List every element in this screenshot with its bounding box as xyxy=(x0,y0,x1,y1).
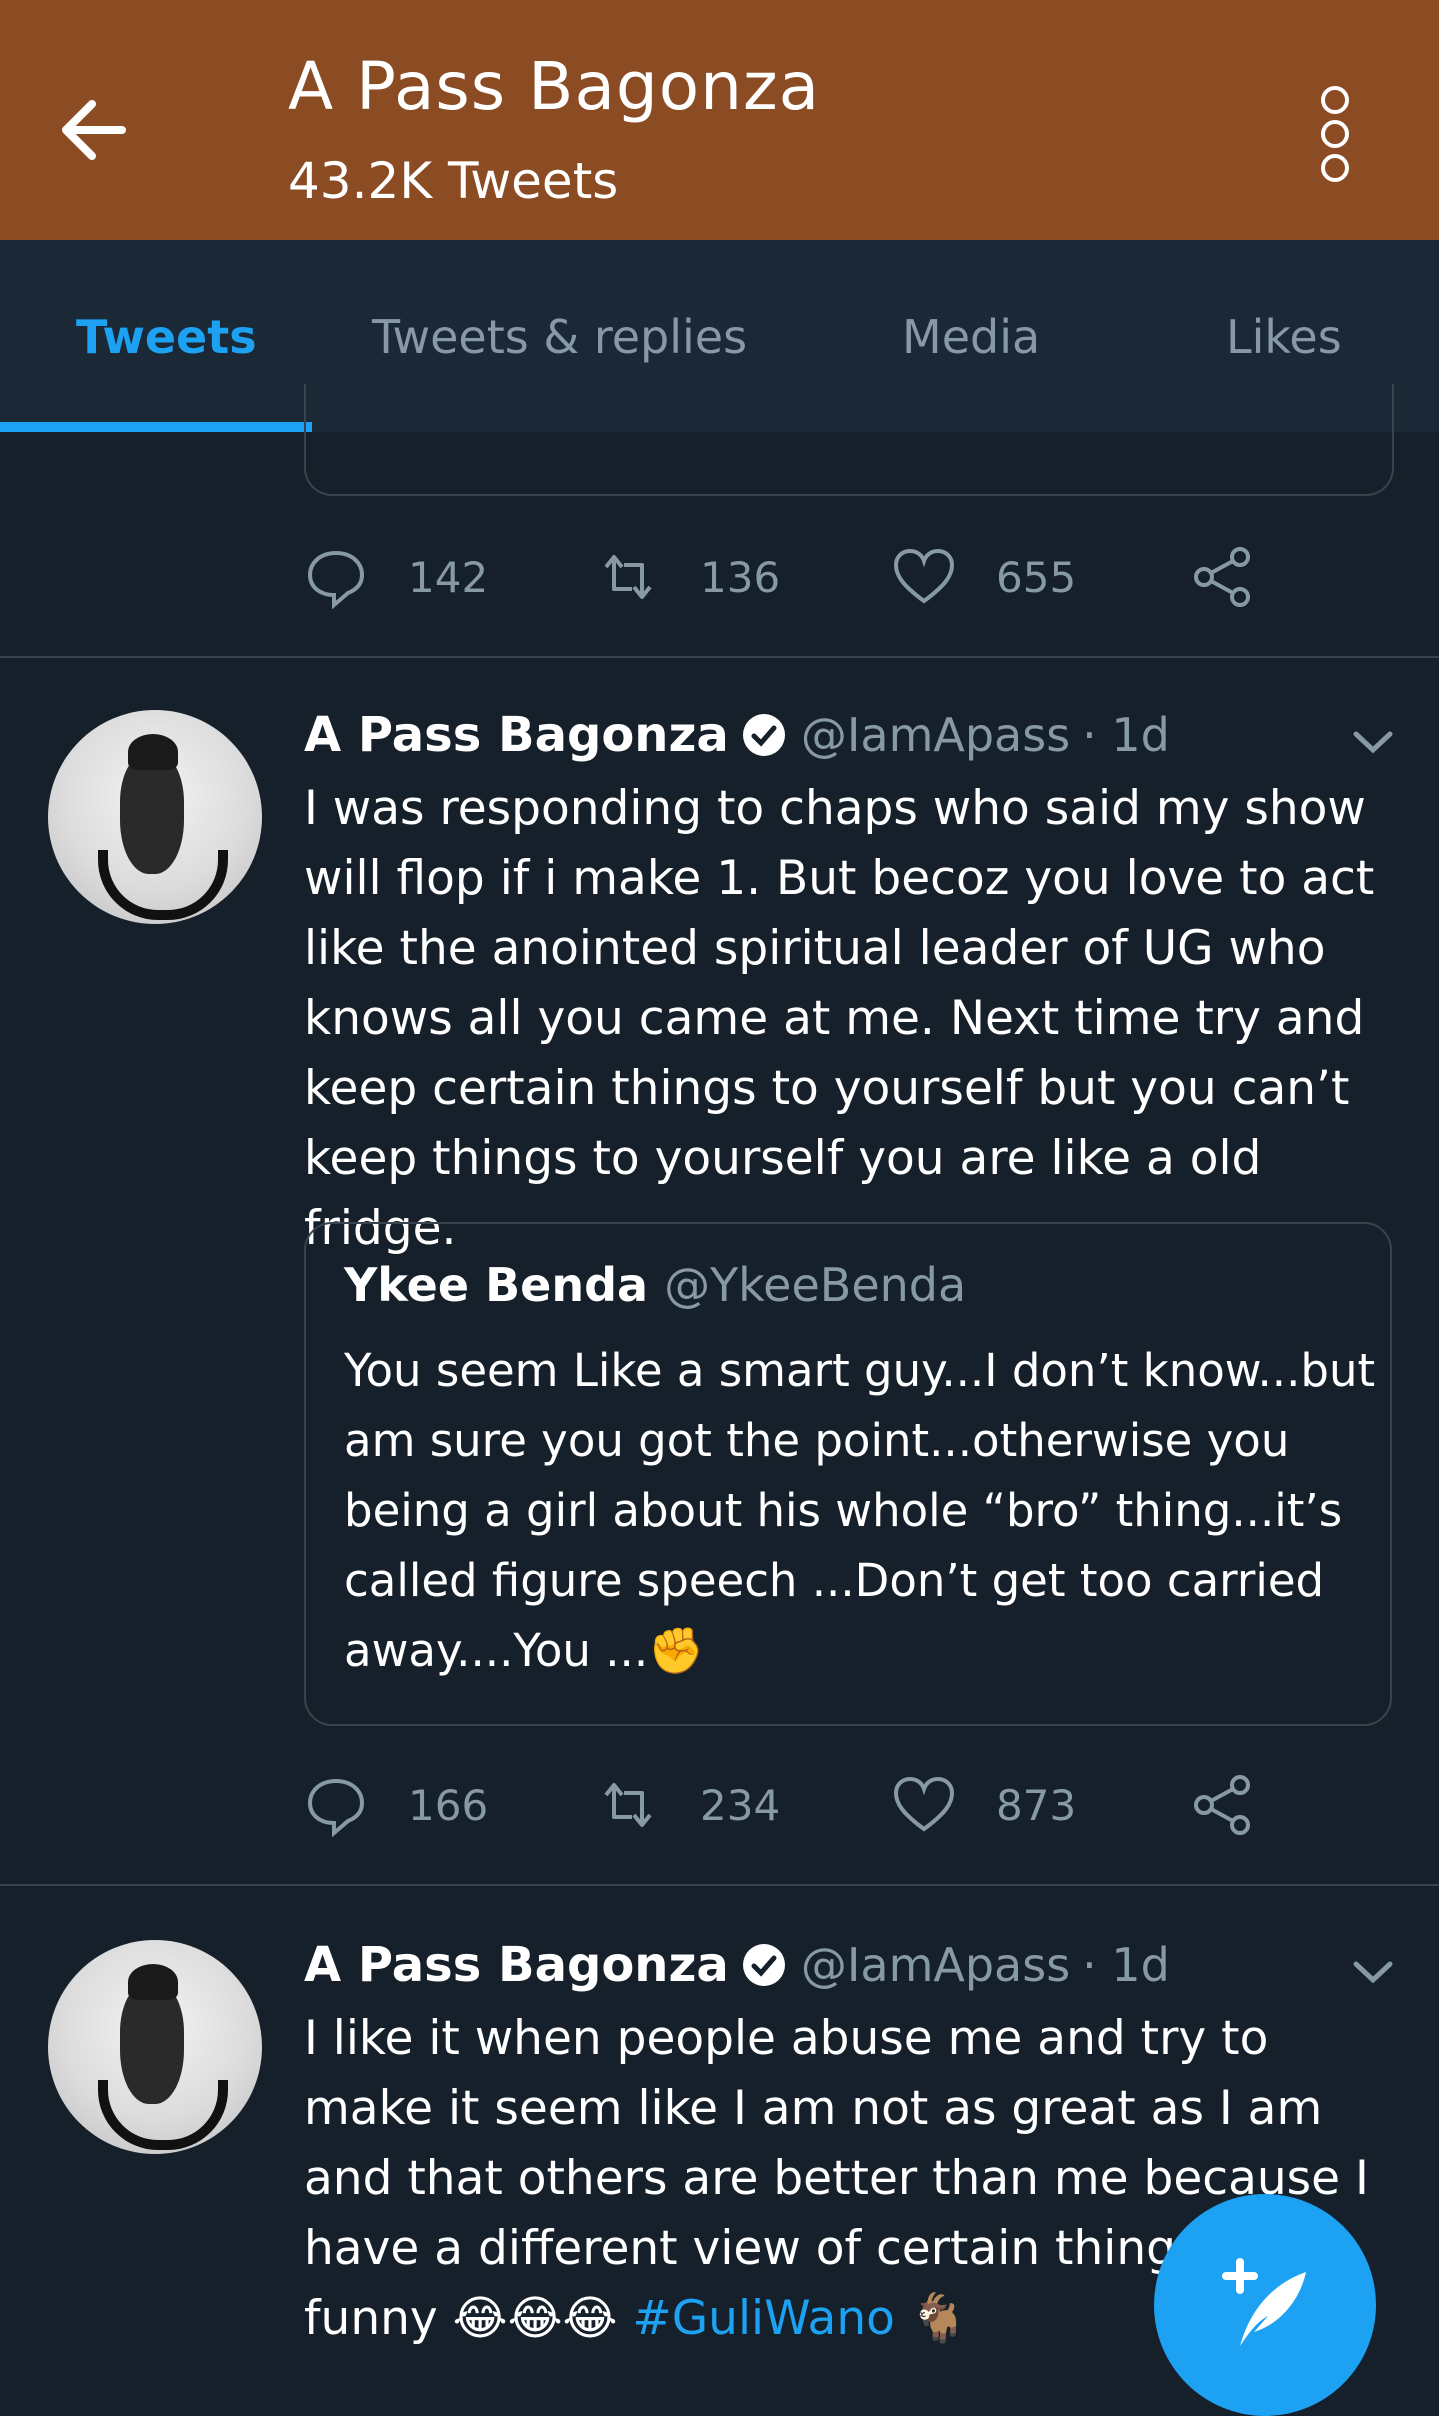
chevron-down-icon[interactable] xyxy=(1348,1952,1398,1992)
retweet-count: 136 xyxy=(700,552,781,602)
quoted-tweet-card[interactable]: Ykee Benda @YkeeBenda You seem Like a sm… xyxy=(304,1222,1392,1726)
active-tab-indicator xyxy=(0,422,312,432)
compose-tweet-button[interactable] xyxy=(1154,2194,1376,2416)
profile-header: A Pass Bagonza 43.2K Tweets xyxy=(0,0,1439,240)
author-name[interactable]: A Pass Bagonza xyxy=(304,1937,729,1993)
comment-bubble-icon xyxy=(307,1778,365,1837)
profile-name-title: A Pass Bagonza xyxy=(288,48,821,125)
tweet-timestamp: · 1d xyxy=(1082,1938,1170,1992)
hashtag-link[interactable]: #GuliWano xyxy=(632,2291,895,2346)
heart-icon xyxy=(893,548,955,604)
author-handle[interactable]: @IamApass xyxy=(801,1938,1070,1992)
back-button[interactable] xyxy=(52,90,142,170)
tab-tweets[interactable]: Tweets xyxy=(76,310,257,364)
avatar[interactable] xyxy=(48,710,262,924)
like-button[interactable]: 655 xyxy=(892,542,1076,612)
chevron-down-icon[interactable] xyxy=(1348,722,1398,762)
tweet-divider xyxy=(0,1884,1439,1886)
quoted-author-name: Ykee Benda xyxy=(344,1258,649,1312)
like-count: 655 xyxy=(996,552,1077,602)
goat-emoji: 🐐 xyxy=(909,2291,969,2346)
vertical-dots-icon xyxy=(1310,86,1360,182)
tab-tweets-replies[interactable]: Tweets & replies xyxy=(372,310,747,364)
tweet-header: A Pass Bagonza @IamApass · 1d xyxy=(304,700,1170,770)
reply-count: 166 xyxy=(408,1780,489,1830)
tab-media[interactable]: Media xyxy=(902,310,1040,364)
compose-feather-icon xyxy=(1222,2258,1306,2346)
author-handle[interactable]: @IamApass xyxy=(801,708,1070,762)
tweet-text: I was responding to chaps who said my sh… xyxy=(304,781,1375,1256)
retweet-icon xyxy=(604,555,652,599)
tab-likes[interactable]: Likes xyxy=(1226,310,1342,364)
share-icon xyxy=(1194,547,1250,607)
heart-icon xyxy=(893,1776,955,1832)
tweet-divider xyxy=(0,656,1439,658)
share-button[interactable] xyxy=(1190,1770,1294,1840)
like-button[interactable]: 873 xyxy=(892,1770,1076,1840)
more-options-button[interactable] xyxy=(1310,82,1360,182)
tweet-count: 43.2K Tweets xyxy=(288,152,619,210)
verified-badge-icon xyxy=(742,1944,785,1986)
reply-button[interactable]: 142 xyxy=(304,542,488,612)
retweet-count: 234 xyxy=(700,1780,781,1830)
retweet-icon xyxy=(604,1783,652,1827)
share-button[interactable] xyxy=(1190,542,1294,612)
arrow-left-icon xyxy=(62,100,126,160)
quoted-tweet-card-partial[interactable] xyxy=(304,384,1394,496)
quoted-tweet-text: You seem Like a smart guy...I don’t know… xyxy=(344,1344,1376,1677)
reply-count: 142 xyxy=(408,552,489,602)
comment-bubble-icon xyxy=(307,550,365,609)
avatar[interactable] xyxy=(48,1940,262,2154)
share-icon xyxy=(1194,1775,1250,1835)
quoted-tweet-header: Ykee Benda @YkeeBenda xyxy=(344,1258,966,1312)
author-name[interactable]: A Pass Bagonza xyxy=(304,707,729,763)
retweet-button[interactable]: 234 xyxy=(596,1770,780,1840)
like-count: 873 xyxy=(996,1780,1077,1830)
reply-button[interactable]: 166 xyxy=(304,1770,488,1840)
quoted-author-handle: @YkeeBenda xyxy=(664,1258,967,1312)
tweet-timestamp: · 1d xyxy=(1082,708,1170,762)
retweet-button[interactable]: 136 xyxy=(596,542,780,612)
verified-badge-icon xyxy=(742,714,785,756)
tweet-header: A Pass Bagonza @IamApass · 1d xyxy=(304,1930,1170,2000)
